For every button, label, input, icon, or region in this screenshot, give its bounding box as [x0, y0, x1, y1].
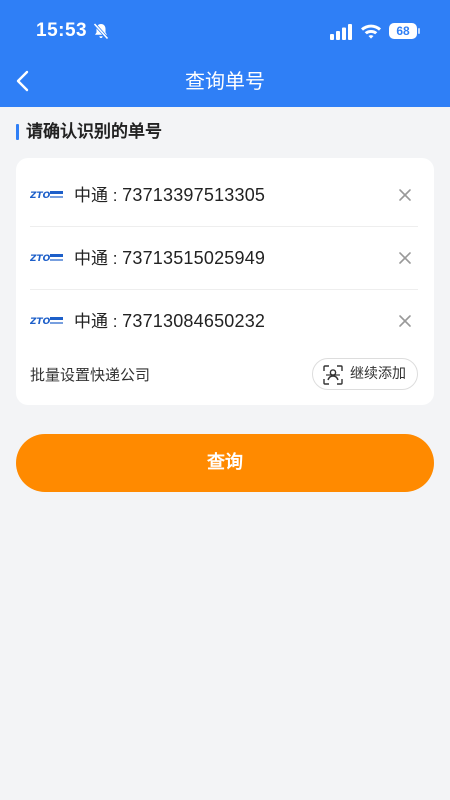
svg-text:ZTO: ZTO: [30, 191, 51, 201]
parcel-row: ZTO 中通 : 73713397513305: [30, 164, 418, 227]
zto-logo-icon: ZTO: [30, 191, 63, 201]
zto-logo-icon: ZTO: [30, 254, 63, 264]
bell-muted-icon: [93, 22, 109, 40]
status-time: 15:53: [36, 20, 88, 41]
svg-text:ZTO: ZTO: [30, 317, 51, 327]
cellular-signal-icon: [330, 24, 352, 40]
page-title: 查询单号: [185, 69, 265, 93]
parcel-company-number: 中通 : 73713515025949: [74, 248, 266, 269]
scan-icon: [323, 365, 343, 385]
svg-text:ZTO: ZTO: [30, 254, 51, 264]
parcel-company-number: 中通 : 73713397513305: [74, 185, 266, 206]
batch-set-courier-link[interactable]: 批量设置快递公司: [30, 364, 150, 386]
continue-add-label: 继续添加: [350, 366, 406, 382]
section-title: 请确认识别的单号: [26, 122, 162, 142]
app-header: 15:53 68 查询单号: [0, 0, 450, 107]
close-icon[interactable]: [398, 314, 412, 328]
continue-add-button[interactable]: 继续添加: [312, 358, 418, 390]
battery-indicator: 68: [389, 23, 417, 39]
close-icon[interactable]: [398, 188, 412, 202]
status-bar: 15:53 68: [0, 0, 450, 62]
parcel-row: ZTO 中通 : 73713084650232: [30, 290, 418, 352]
close-icon[interactable]: [398, 251, 412, 265]
query-button[interactable]: 查询: [16, 434, 434, 492]
parcel-company-number: 中通 : 73713084650232: [74, 311, 266, 332]
parcel-row: ZTO 中通 : 73713515025949: [30, 227, 418, 290]
wifi-icon: [361, 24, 381, 39]
parcel-card: ZTO 中通 : 73713397513305 ZTO 中通 : 7371351…: [16, 158, 434, 405]
zto-logo-icon: ZTO: [30, 317, 63, 327]
battery-tip: [418, 28, 420, 34]
